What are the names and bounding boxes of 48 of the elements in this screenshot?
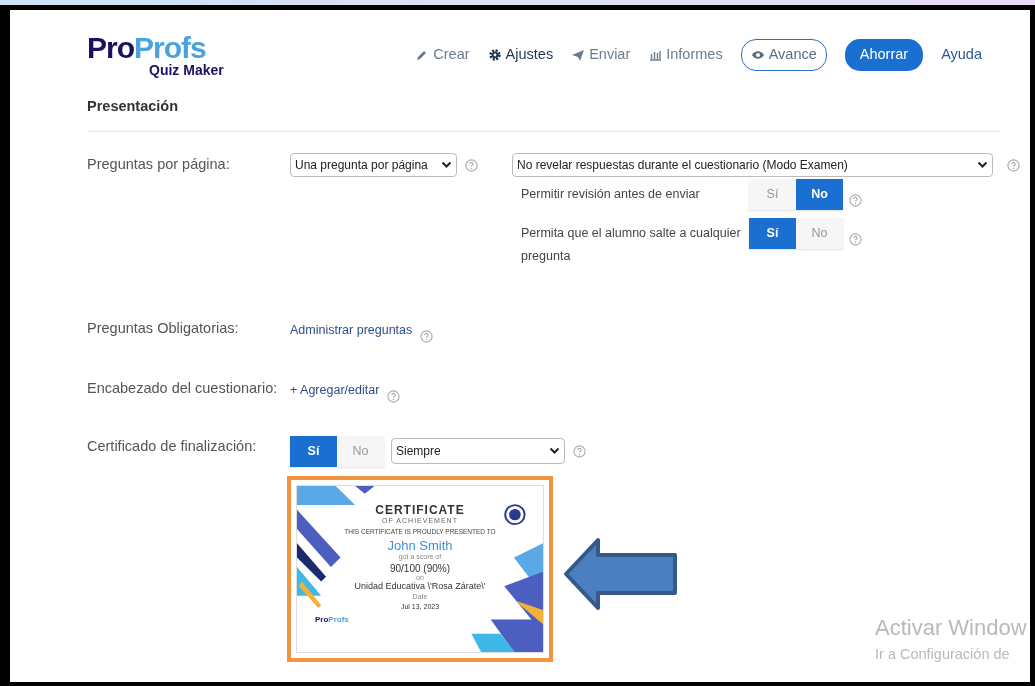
activation-notice-text: Ir a Configuración de [875, 645, 1011, 665]
logo-wordmark: ProProfs [87, 33, 207, 63]
bar-chart-icon [648, 48, 663, 62]
setting-label: Preguntas por página: [87, 154, 231, 174]
help-icon[interactable] [465, 159, 478, 172]
recipient-name: John Smith [386, 538, 454, 553]
certificate-title: CERTIFICATE [374, 503, 466, 517]
save-button[interactable]: Ahorrar [844, 39, 924, 71]
chevron-down-icon [549, 447, 560, 455]
questions-per-page-select[interactable]: Una pregunta por página [290, 152, 457, 177]
setting-label: Encabezado del cuestionario: [87, 378, 279, 398]
help-icon[interactable] [849, 233, 862, 246]
chevron-down-icon [441, 160, 452, 169]
nav-link[interactable]: Crear [415, 44, 470, 66]
section-title: Presentación [87, 82, 1000, 132]
eye-icon [750, 48, 765, 62]
activation-notice-title: Activar Window [875, 616, 1027, 641]
nav-link[interactable]: Ajustes [487, 44, 554, 66]
yes-toggle[interactable]: Sí [749, 217, 796, 249]
help-icon[interactable] [849, 194, 862, 207]
nav-link[interactable]: Enviar [571, 44, 631, 66]
nav-link[interactable]: Informes [648, 44, 723, 66]
chevron-down-icon [977, 160, 988, 169]
score-text: 90/100 (90%) [388, 562, 451, 574]
setting-label: Preguntas Obligatorias: [87, 319, 240, 338]
add-edit-link[interactable]: + Agregar/editar [290, 380, 380, 400]
paper-plane-icon [571, 48, 586, 62]
gear-icon [487, 48, 502, 62]
help-link[interactable]: Ayuda [941, 44, 982, 66]
help-icon[interactable] [387, 389, 401, 403]
no-toggle[interactable]: No [796, 178, 843, 210]
logo-subtitle: Quiz Maker [149, 63, 224, 77]
yes-toggle[interactable]: Sí [749, 178, 796, 210]
preview-button[interactable]: Avance [740, 39, 827, 71]
no-toggle[interactable]: No [337, 435, 384, 467]
manage-questions-link[interactable]: Administrar preguntas [290, 321, 413, 340]
help-icon[interactable] [573, 445, 586, 459]
setting-label: Certificado de finalización: [87, 436, 258, 456]
yes-toggle[interactable]: Sí [290, 435, 337, 467]
quiz-name: Unidad Educativa \'Rosa Zárate\' [353, 582, 487, 593]
answers-reveal-select[interactable]: No revelar respuestas durante el cuestionario (Modo Examen) [512, 152, 993, 177]
option-label: Permita que el alumno salte a cualquier pregunta [520, 224, 742, 265]
help-icon[interactable] [1007, 159, 1020, 172]
certificate-logo: ProProfs [315, 613, 349, 626]
help-icon[interactable] [420, 330, 434, 343]
no-toggle[interactable]: No [796, 217, 843, 249]
certificate-frequency-select[interactable]: Siempre [391, 438, 565, 464]
option-label: Permitir revisión antes de enviar [520, 185, 701, 203]
